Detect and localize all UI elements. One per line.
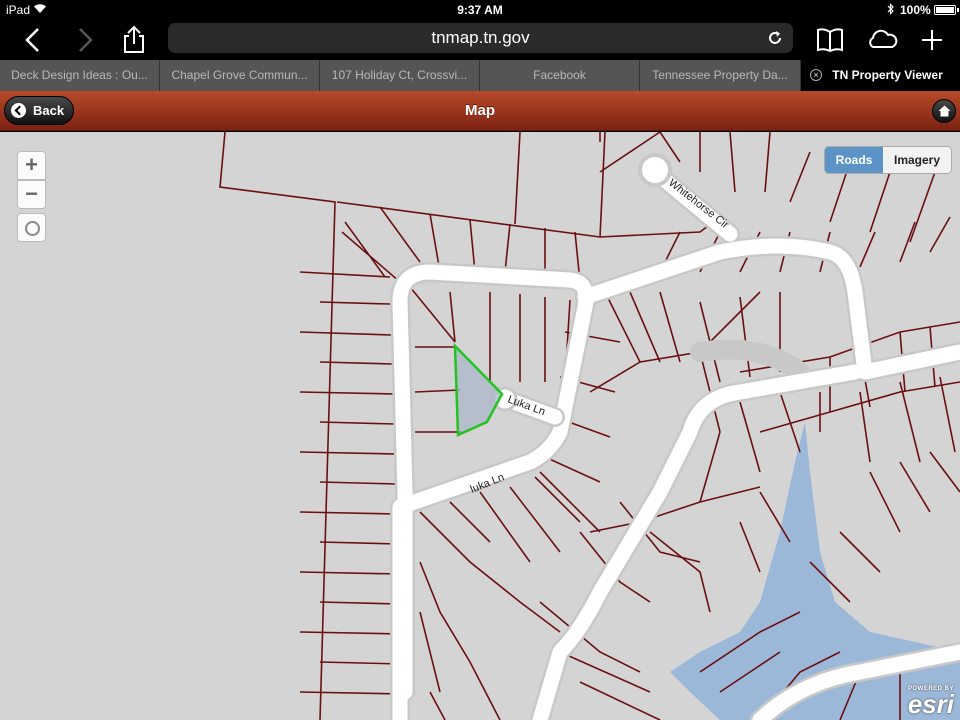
locate-me-icon[interactable] [17,213,46,242]
home-button[interactable] [932,99,956,123]
tab-label: Tennessee Property Da... [652,68,788,82]
icloud-tabs-icon[interactable] [864,22,900,58]
tab-label: 107 Holiday Ct, Crossvi... [331,68,468,82]
tab-facebook[interactable]: Facebook [480,60,640,91]
browser-toolbar: tnmap.tn.gov [0,20,960,60]
forward-arrow-icon[interactable] [66,22,102,58]
zoom-in-button[interactable]: + [17,151,46,180]
home-icon [938,105,951,117]
app-header: Map Back [0,91,960,131]
map-view[interactable]: Whitehorse Cir Luka Ln luka Ln + − Roads… [0,132,960,720]
tab-tn-property-viewer[interactable]: × TN Property Viewer [801,60,960,91]
close-tab-icon[interactable]: × [810,69,822,81]
battery-percent: 100% [900,3,931,17]
tab-label: Deck Design Ideas : Ou... [11,68,148,82]
tab-label: TN Property Viewer [832,68,943,82]
share-icon[interactable] [116,22,152,58]
browser-tab-bar: Deck Design Ideas : Ou... Chapel Grove C… [0,60,960,91]
map-canvas[interactable]: Whitehorse Cir Luka Ln luka Ln [0,132,960,720]
tab-label: Chapel Grove Commun... [171,68,308,82]
url-text: tnmap.tn.gov [431,28,530,47]
back-chevron-icon [11,103,26,118]
back-button-label: Back [33,103,65,118]
basemap-imagery-button[interactable]: Imagery [883,147,951,173]
status-time: 9:37 AM [457,3,503,17]
selected-parcel [453,342,504,437]
tab-chapel-grove[interactable]: Chapel Grove Commun... [160,60,320,91]
page-title: Map [465,102,495,119]
tab-deck-design[interactable]: Deck Design Ideas : Ou... [0,60,160,91]
road-label-whitehorse: Whitehorse Cir [666,177,731,231]
esri-logo: POWERED BY esri [907,686,954,719]
esri-wordmark: esri [907,689,954,719]
back-arrow-icon[interactable] [16,22,52,58]
basemap-roads-button[interactable]: Roads [825,147,883,173]
back-button[interactable]: Back [4,96,74,125]
zoom-out-button[interactable]: − [17,180,46,209]
tab-holiday-ct[interactable]: 107 Holiday Ct, Crossvi... [320,60,480,91]
tab-label: Facebook [533,68,586,82]
bookmarks-icon[interactable] [812,22,848,58]
tab-tn-property-data[interactable]: Tennessee Property Da... [640,60,801,91]
status-bar: iPad 9:37 AM 100% [0,0,960,20]
new-tab-icon[interactable] [914,22,950,58]
bluetooth-icon [887,3,895,18]
address-bar[interactable]: tnmap.tn.gov [168,23,793,53]
basemap-toggle: Roads Imagery [824,146,952,174]
reload-icon[interactable] [765,23,785,53]
battery-icon [934,5,959,15]
